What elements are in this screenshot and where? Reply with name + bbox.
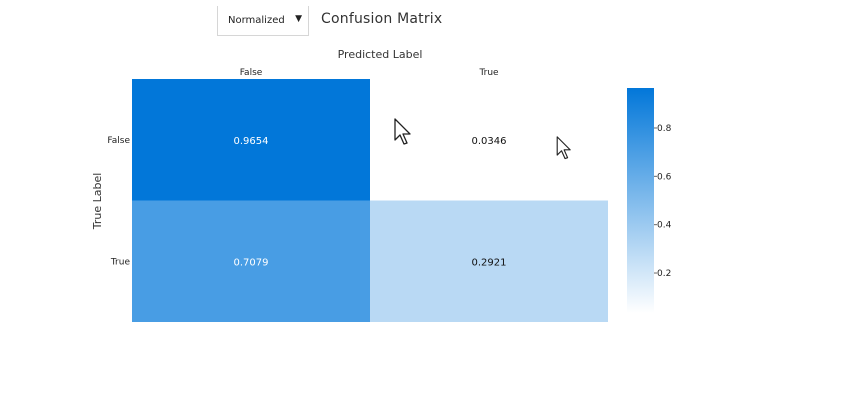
y-axis-label: True Label	[91, 173, 104, 231]
x-tick-label: False	[240, 68, 263, 78]
x-axis-label: Predicted Label	[338, 48, 423, 61]
colorbar-tick-label: 0.2	[657, 269, 671, 279]
confusion-matrix-chart: Predicted Label True Label 0.9654 0.0346 0…	[91, 48, 672, 322]
colorbar	[627, 88, 654, 313]
y-tick-label: False	[107, 136, 130, 146]
cell-value-label: 0.0346	[472, 136, 507, 147]
x-tick-label: True	[478, 68, 499, 78]
colorbar-tick-label: 0.8	[657, 124, 672, 134]
cell-value-label: 0.9654	[234, 136, 269, 147]
y-tick-label: True	[110, 257, 131, 267]
colorbar-tick-label: 0.4	[657, 221, 672, 231]
cell-value-label: 0.7079	[234, 257, 269, 268]
colorbar-tick-label: 0.6	[657, 172, 672, 182]
cell-value-label: 0.2921	[472, 257, 507, 268]
